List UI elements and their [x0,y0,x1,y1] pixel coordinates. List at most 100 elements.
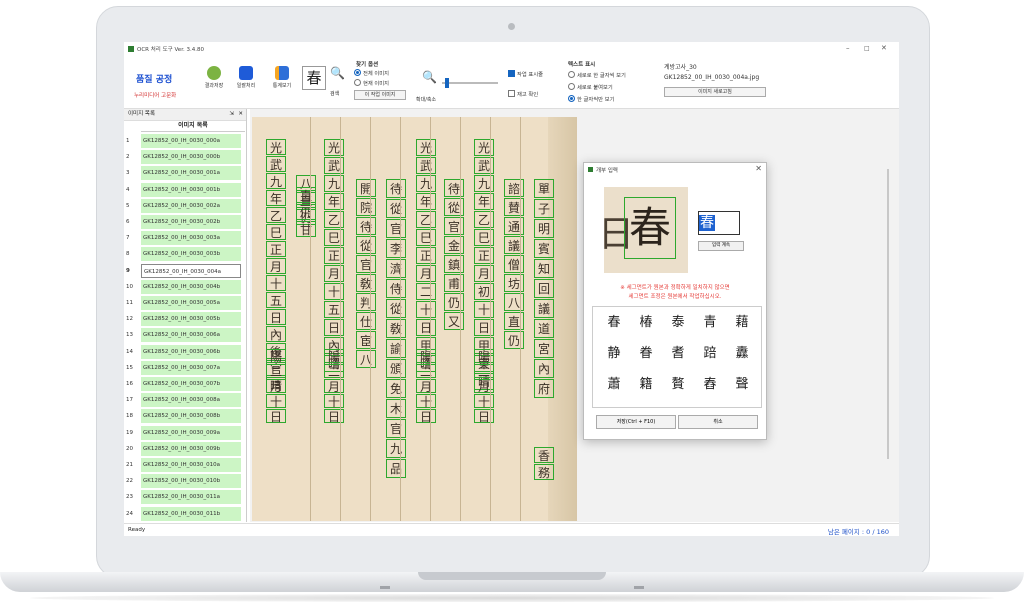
char-segment[interactable]: 年 [324,193,344,210]
candidate-char[interactable]: 眷 [635,344,657,364]
document-viewer[interactable]: 光武九年乙巳正月十五日內後官晴八直仍光武九年乙巳正月十五日內晴開院待從官敎判仕宦… [250,109,899,522]
char-segment[interactable]: 月 [266,379,286,394]
candidate-char[interactable]: 蕭 [603,375,625,395]
char-segment[interactable]: 正 [416,247,436,264]
list-item[interactable]: 3 GK12852_00_IH_0030_001a [124,165,246,181]
refresh-image-button[interactable]: 이미지 새로고침 [664,87,766,97]
char-segment[interactable]: 月 [474,379,494,394]
char-segment[interactable]: 二 [416,283,436,300]
char-segment[interactable]: 直 [504,312,524,330]
char-segment[interactable]: 十 [416,394,436,409]
char-segment[interactable]: 巳 [324,229,344,246]
char-segment[interactable]: 月 [474,265,494,282]
char-segment[interactable]: 光 [416,139,436,156]
char-segment[interactable]: 直 [296,187,316,203]
char-segment[interactable]: 日 [474,319,494,336]
candidate-char[interactable]: 籍 [635,375,657,395]
task-image-button[interactable]: 이 작업 이미지 [354,90,406,100]
candidate-char[interactable]: 藉 [731,313,753,333]
vertical-scrollbar[interactable] [887,169,889,459]
char-segment[interactable]: 務 [534,464,554,480]
char-segment[interactable]: 巳 [474,229,494,246]
char-segment[interactable]: 十 [266,275,286,291]
document-image[interactable]: 光武九年乙巳正月十五日內後官晴八直仍光武九年乙巳正月十五日內晴開院待從官敎判仕宦… [252,117,577,521]
char-segment[interactable]: 巳 [266,224,286,240]
char-segment[interactable]: 初 [474,283,494,300]
input-continue-button[interactable]: 입력 계속 [698,241,744,251]
char-segment[interactable]: 日 [416,319,436,336]
char-segment[interactable]: 免 [386,379,406,398]
check-stock[interactable]: 재고 확인 [508,90,538,98]
list-item[interactable]: 14 GK12852_00_IH_0030_006b [124,344,246,360]
char-segment[interactable]: 官 [444,217,464,235]
list-item[interactable]: 5 GK12852_00_IH_0030_002a [124,198,246,214]
char-segment[interactable]: 待 [444,179,464,197]
list-item[interactable]: 7 GK12852_00_IH_0030_003a [124,230,246,246]
char-segment[interactable]: 十 [266,394,286,409]
char-segment[interactable]: 從 [386,299,406,318]
panel-close-icon[interactable]: ✕ [238,109,243,120]
char-segment[interactable]: 仍 [296,204,316,220]
char-segment[interactable]: 官 [386,419,406,438]
candidate-char[interactable]: 纛 [731,344,753,364]
char-segment[interactable]: 九 [324,175,344,192]
char-segment[interactable]: 二 [266,364,286,379]
radio-vertical-single[interactable]: 세로로 한 글자씩 보기 [568,71,626,79]
char-segment[interactable]: 從 [356,236,376,254]
char-segment[interactable]: 十 [324,394,344,409]
char-segment[interactable]: 年 [474,193,494,210]
list-item[interactable]: 1 GK12852_00_IH_0030_000a [124,133,246,149]
candidate-char[interactable]: 聲 [731,375,753,395]
char-segment[interactable]: 議 [534,299,554,318]
char-segment[interactable]: 通 [504,217,524,235]
char-segment[interactable]: 月 [324,379,344,394]
radio-current-image[interactable]: 현재 이미지 [354,79,389,87]
list-item[interactable]: 17 GK12852_00_IH_0030_008a [124,392,246,408]
radio-vertical-joined[interactable]: 세로로 붙여보기 [568,83,613,91]
list-item[interactable]: 9 GK12852_00_IH_0030_004a [124,263,246,279]
char-segment[interactable]: 僧 [504,255,524,273]
char-segment[interactable]: 內 [534,359,554,378]
char-segment[interactable]: 年 [266,190,286,206]
char-segment[interactable]: 日 [324,409,344,424]
list-item[interactable]: 22 GK12852_00_IH_0030_010b [124,473,246,489]
char-segment[interactable]: 光 [474,139,494,156]
char-segment[interactable]: 十 [474,394,494,409]
char-segment[interactable]: 月 [416,265,436,282]
candidate-char[interactable]: 椿 [635,313,657,333]
char-segment[interactable]: 院 [356,198,376,216]
list-item[interactable]: 12 GK12852_00_IH_0030_005b [124,311,246,327]
candidate-char[interactable]: 舂 [699,375,721,395]
list-item[interactable]: 6 GK12852_00_IH_0030_002b [124,214,246,230]
list-item[interactable]: 2 GK12852_00_IH_0030_000b [124,149,246,165]
char-segment[interactable]: 敎 [356,274,376,292]
char-segment[interactable]: 十 [416,301,436,318]
char-segment[interactable]: 官 [356,255,376,273]
char-segment[interactable]: 八 [356,350,376,368]
zoom-slider-thumb[interactable] [445,78,449,88]
radio-single-only[interactable]: 한 글자씩만 보기 [568,95,614,103]
char-segment[interactable]: 巳 [416,229,436,246]
check-taskbar[interactable]: 작업 표시줄 [508,70,543,78]
char-segment[interactable]: 香 [534,447,554,463]
char-segment[interactable]: 正 [266,241,286,257]
char-segment[interactable]: 正 [324,247,344,264]
pin-icon[interactable]: ⇲ [229,109,234,120]
char-segment[interactable]: 道 [534,319,554,338]
char-segment[interactable]: 甘 [296,221,316,237]
list-item[interactable]: 20 GK12852_00_IH_0030_009b [124,441,246,457]
zoom-icon[interactable]: 🔍 [422,70,437,84]
char-segment[interactable]: 待 [356,217,376,235]
char-segment[interactable]: 乙 [474,211,494,228]
search-char-input[interactable]: 春 [302,66,326,90]
char-segment[interactable]: 五 [324,301,344,318]
list-item[interactable]: 8 GK12852_00_IH_0030_003b [124,246,246,262]
char-segment[interactable]: 陽 [474,349,494,364]
candidate-char[interactable]: 贅 [667,375,689,395]
list-item[interactable]: 15 GK12852_00_IH_0030_007a [124,360,246,376]
char-segment[interactable]: 九 [416,175,436,192]
char-segment[interactable]: 年 [416,193,436,210]
char-segment[interactable]: 賓 [534,239,554,258]
char-segment[interactable]: 仍 [444,293,464,311]
char-segment[interactable]: 坊 [504,274,524,292]
